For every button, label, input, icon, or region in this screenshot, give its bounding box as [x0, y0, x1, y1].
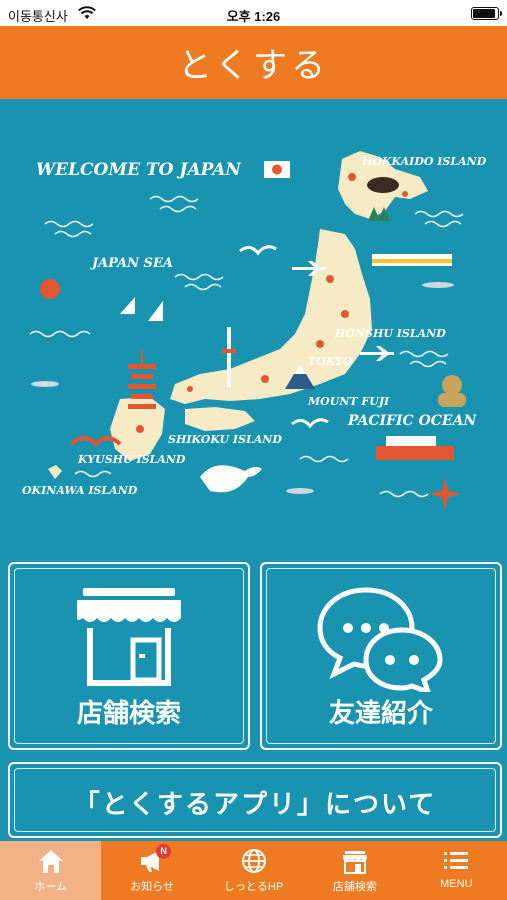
app-title: とくする [178, 46, 329, 86]
tab-news[interactable]: N お知らせ [101, 841, 202, 900]
shikoku-island [185, 407, 255, 431]
tab-website-label: しっとるHP [223, 881, 284, 893]
notification-badge: N [156, 844, 172, 859]
chat-bubbles-icon [317, 587, 443, 692]
tab-menu[interactable]: MENU [406, 841, 507, 900]
tab-home[interactable]: ホーム [0, 841, 102, 900]
status-time: 오후 1:26 [226, 9, 281, 24]
welcome-label: WELCOME TO JAPAN [36, 160, 242, 180]
about-app-button[interactable]: 「とくするアプリ」について [8, 762, 502, 838]
storefront-icon [77, 588, 181, 686]
shop-search-button[interactable]: 店舗検索 [8, 562, 250, 750]
tab-news-label: お知らせ [130, 881, 174, 893]
menu-icon [444, 852, 469, 869]
home-icon [38, 850, 63, 873]
tokyo-label: TOKYO [308, 355, 353, 368]
tab-menu-label: MENU [440, 878, 473, 890]
shop-search-label: 店舗検索 [76, 698, 181, 728]
shikoku-label: SHIKOKU ISLAND [168, 433, 282, 446]
tab-home-label: ホーム [34, 881, 68, 893]
about-app-label: 「とくするアプリ」について [73, 789, 437, 819]
okinawa-label: OKINAWA ISLAND [22, 484, 138, 497]
globe-icon [241, 849, 266, 873]
honshu-label: HONSHU ISLAND [334, 327, 446, 340]
shop-icon [342, 851, 367, 874]
honshu-island [170, 229, 372, 404]
japan-map-illustration: WELCOME TO JAPAN HOKKAIDO ISLAND JAPAN S… [22, 151, 487, 510]
okinawa-island [48, 465, 62, 479]
battery-icon [471, 7, 502, 20]
mount-fuji-label: MOUNT FUJI [307, 395, 390, 408]
japan-sea-label: JAPAN SEA [89, 256, 173, 271]
kyushu-label: KYUSHU ISLAND [77, 453, 186, 466]
tab-website[interactable]: しっとるHP [203, 841, 304, 900]
tab-shop-search-label: 店舗検索 [332, 881, 377, 893]
status-bar: 이동통신사 오후 1:26 [0, 0, 507, 26]
app-header: とくする [0, 26, 507, 99]
hokkaido-label: HOKKAIDO ISLAND [361, 155, 487, 168]
japan-map-banner: WELCOME TO JAPAN HOKKAIDO ISLAND JAPAN S… [0, 99, 507, 551]
friend-referral-button[interactable]: 友達紹介 [260, 562, 502, 750]
bottom-tab-bar: ホーム N お知らせ しっとるHP 店舗検索 MENU [0, 841, 507, 900]
tab-shop-search[interactable]: 店舗検索 [304, 841, 405, 900]
pacific-ocean-label: PACIFIC OCEAN [347, 413, 477, 429]
friend-referral-label: 友達紹介 [328, 698, 433, 728]
